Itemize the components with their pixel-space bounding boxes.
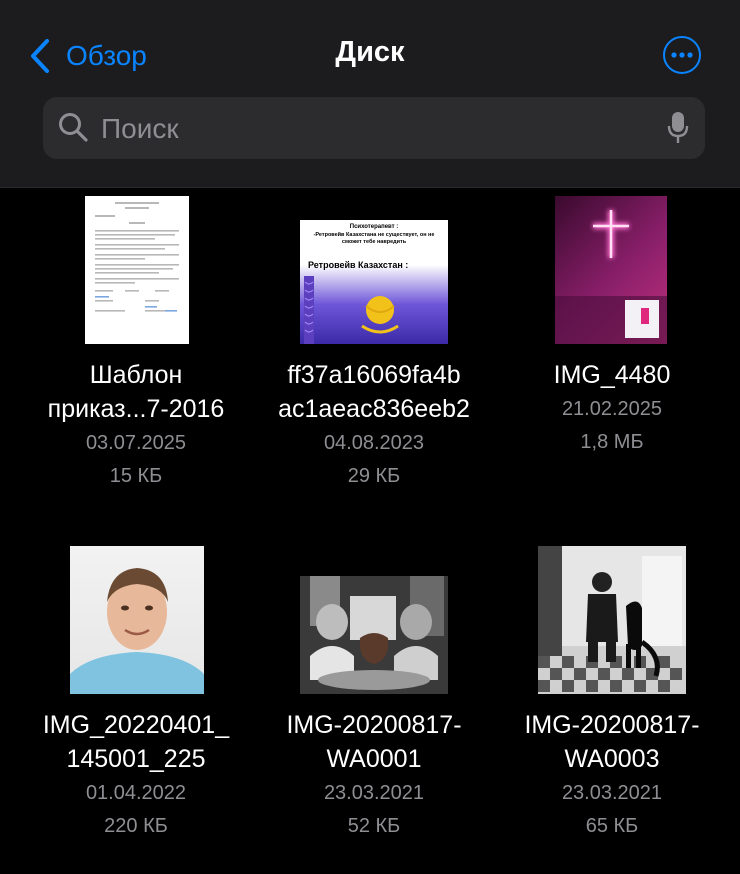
file-size: 65 КБ [585, 815, 639, 837]
file-date: 03.07.2025 [85, 432, 187, 454]
file-item[interactable]: IMG_4480 21.02.2025 1,8 МБ [492, 196, 732, 466]
document-thumbnail [85, 196, 189, 344]
search-input[interactable] [99, 97, 643, 161]
file-name: IMG_20220401_ [42, 711, 230, 739]
thumbnail-caption: -Ретровейв Казахстана не существует, он … [313, 232, 435, 245]
image-thumbnail [538, 546, 686, 694]
navigation-header: Обзор Диск [0, 0, 740, 188]
microphone-icon[interactable] [667, 111, 689, 145]
file-date: 01.04.2022 [85, 782, 187, 804]
file-size: 1,8 МБ [580, 431, 644, 453]
file-name: WA0003 [564, 745, 660, 773]
file-item[interactable]: Психотерапевт : -Ретровейв Казахстана не… [254, 196, 494, 496]
search-icon [59, 113, 88, 142]
file-name: 145001_225 [66, 745, 206, 773]
file-size: 52 КБ [347, 815, 401, 837]
file-date: 23.03.2021 [561, 782, 663, 804]
file-name: IMG_4480 [553, 361, 671, 389]
page-title: Диск [335, 36, 405, 68]
image-thumbnail [555, 196, 667, 344]
file-name: ac1aeac836eeb2 [278, 395, 470, 423]
file-date: 21.02.2025 [561, 398, 663, 420]
image-thumbnail [300, 576, 448, 694]
file-size: 220 КБ [104, 815, 168, 837]
thumbnail-caption: Ретровейв Казахстан : [308, 260, 409, 270]
file-name: ff37a16069fa4b [287, 361, 461, 389]
search-bar [43, 97, 705, 161]
thumbnail-caption: Психотерапевт : [349, 224, 399, 230]
file-date: 23.03.2021 [323, 782, 425, 804]
file-item[interactable]: Шаблон приказ...7-2016 03.07.2025 15 КБ [16, 196, 256, 496]
file-date: 04.08.2023 [323, 432, 425, 454]
ellipsis-icon [671, 52, 693, 58]
more-options-button[interactable] [663, 36, 701, 74]
file-name: приказ...7-2016 [47, 395, 225, 423]
file-name: IMG-20200817- [524, 711, 700, 739]
file-size: 29 КБ [347, 465, 401, 487]
image-thumbnail: Психотерапевт : -Ретровейв Казахстана не… [300, 220, 448, 344]
file-name: WA0001 [326, 745, 422, 773]
file-name: IMG-20200817- [286, 711, 462, 739]
file-item[interactable]: IMG-20200817- WA0001 23.03.2021 52 КБ [254, 546, 494, 846]
file-name: Шаблон [89, 361, 183, 389]
file-size: 15 КБ [109, 465, 163, 487]
image-thumbnail [70, 546, 204, 694]
file-item[interactable]: IMG_20220401_ 145001_225 01.04.2022 220 … [16, 546, 256, 846]
file-item[interactable]: IMG-20200817- WA0003 23.03.2021 65 КБ [492, 546, 732, 846]
